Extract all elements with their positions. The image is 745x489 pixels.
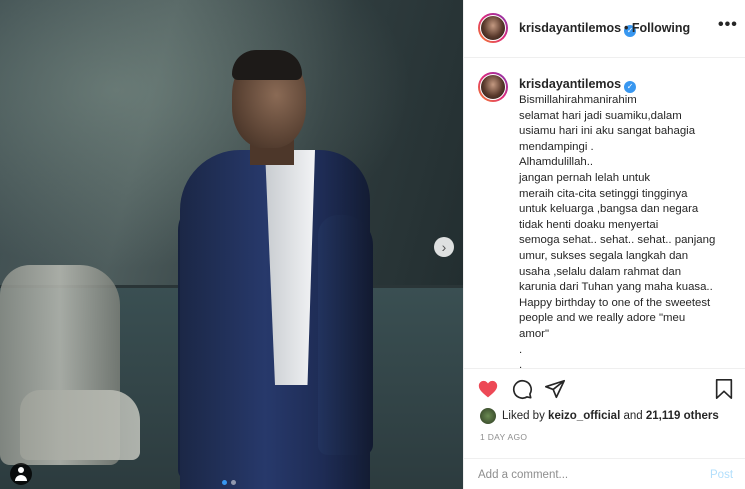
comment-icon[interactable] (511, 378, 533, 400)
likes-prefix: Liked by (502, 410, 545, 422)
caption-line: . (519, 359, 523, 368)
author-avatar[interactable] (478, 13, 508, 43)
caption-line: umur, sukses segala langkah dan (519, 249, 689, 262)
photo-chair-arm (20, 390, 140, 460)
caption-line: amor" (519, 327, 549, 340)
share-icon[interactable] (544, 378, 566, 400)
carousel-dot-active (222, 480, 227, 485)
following-status[interactable]: • Following (624, 21, 690, 35)
user-tag-icon[interactable] (10, 463, 32, 485)
caption-text: Bismillahirahmanirahim selamat hari jadi… (519, 93, 734, 368)
liker-username[interactable]: keizo_official (548, 410, 620, 422)
post-actions: Liked by keizo_official and 21,119 other… (464, 368, 745, 458)
carousel-indicator (222, 480, 236, 485)
caption-line: Alhamdulillah.. (519, 156, 594, 169)
next-image-button[interactable]: › (434, 237, 454, 257)
post-timestamp[interactable]: 1 DAY AGO (480, 432, 527, 442)
verified-icon: ✓ (624, 81, 637, 93)
photo-man-right-arm (318, 215, 373, 455)
caption-line: karunia dari Tuhan yang maha kuasa.. (519, 281, 713, 294)
caption-line: jangan pernah lelah untuk (519, 171, 651, 184)
post-photo[interactable]: › (0, 0, 463, 489)
caption-line: meraih cita-cita setinggi tingginya (519, 187, 688, 200)
more-options-button[interactable]: ••• (718, 16, 738, 34)
caption-line: usiamu hari ini aku sangat bahagia (519, 125, 696, 138)
post-header: krisdayantilemos ✓ • Following ••• (464, 0, 745, 58)
caption-line: . (519, 343, 523, 356)
post-comment-button[interactable]: Post (710, 469, 733, 481)
caption-line: tidak henti doaku menyertai (519, 218, 659, 231)
likes-connector: and (623, 410, 643, 422)
liker-avatar[interactable] (480, 408, 496, 424)
caption-author-avatar[interactable] (478, 72, 508, 102)
likes-others-count[interactable]: 21,119 others (646, 410, 719, 422)
caption-line: selamat hari jadi suamiku,dalam (519, 109, 682, 122)
bookmark-icon[interactable] (713, 378, 735, 400)
carousel-dot (231, 480, 236, 485)
caption-line: untuk keluarga ,bangsa dan negara (519, 203, 699, 216)
caption-line: semoga sehat.. sehat.. sehat.. panjang (519, 234, 716, 247)
caption-area: krisdayantilemos ✓ Bismillahirahmanirahim… (464, 58, 745, 368)
comment-input[interactable] (478, 465, 698, 485)
heart-icon[interactable] (477, 378, 499, 400)
caption-line: Bismillahirahmanirahim (519, 94, 637, 106)
author-username[interactable]: krisdayantilemos ✓ (519, 21, 637, 37)
photo-man-hair (232, 50, 302, 80)
post-side-panel: krisdayantilemos ✓ • Following ••• krisda… (463, 0, 745, 489)
comment-box: Post (464, 458, 745, 489)
caption-username[interactable]: krisdayantilemos ✓ (519, 77, 637, 93)
caption-line: mendampingi . (519, 140, 594, 153)
likes-summary: Liked by keizo_official and 21,119 other… (480, 407, 719, 425)
caption-line: people and we really adore "meu (519, 312, 686, 325)
caption-line: Happy birthday to one of the sweetest (519, 296, 711, 309)
caption-line: usaha ,selalu dalam rahmat dan (519, 265, 682, 278)
next-arrow-icon: › (441, 239, 447, 255)
